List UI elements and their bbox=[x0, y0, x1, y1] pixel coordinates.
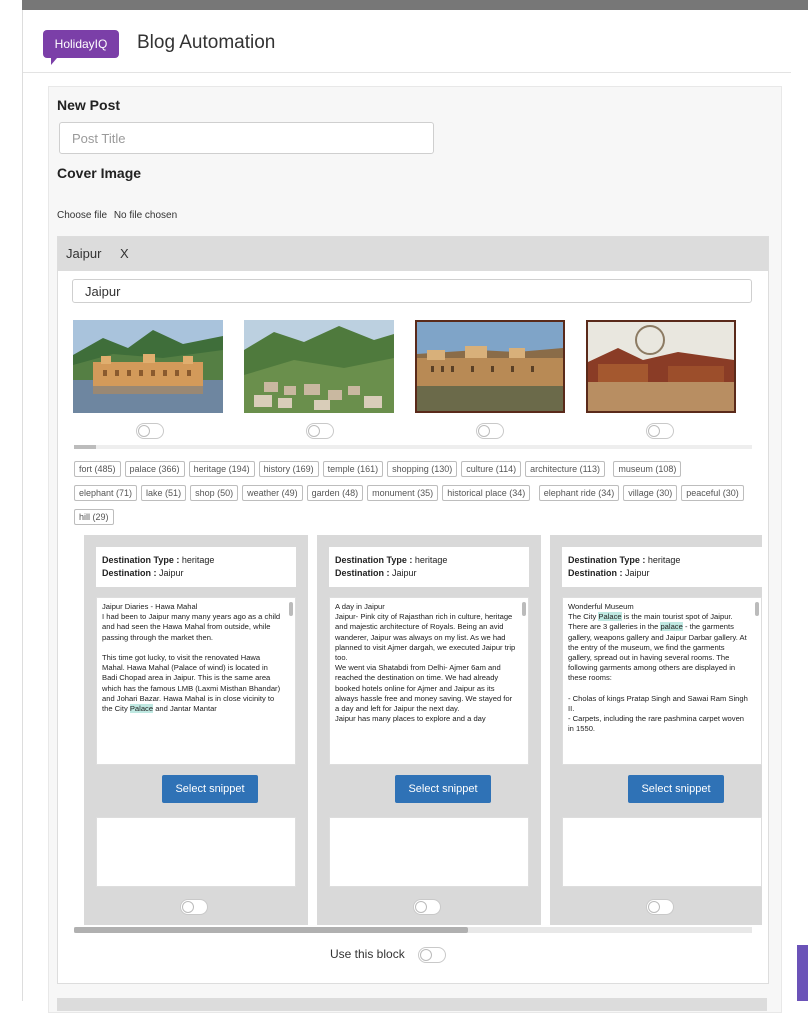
use-block-toggle[interactable] bbox=[418, 947, 447, 963]
scrollbar-thumb[interactable] bbox=[522, 602, 526, 616]
snippet-info: Destination Type : heritage Destination … bbox=[562, 547, 762, 587]
tag-chip[interactable]: palace (366) bbox=[124, 461, 185, 477]
navbar: HolidayIQ Blog Automation bbox=[23, 10, 791, 73]
snippet-toggle[interactable] bbox=[180, 899, 208, 915]
tag-chip[interactable]: weather (49) bbox=[242, 485, 303, 501]
tag-chip[interactable]: village (30) bbox=[623, 485, 678, 501]
tag-chip[interactable]: elephant ride (34) bbox=[538, 485, 620, 501]
tag-chip[interactable]: museum (108) bbox=[613, 461, 682, 477]
choose-file-button[interactable]: Choose file bbox=[57, 210, 107, 221]
window-top-bar bbox=[22, 0, 808, 10]
snippet-column: Destination Type : heritage Destination … bbox=[550, 535, 762, 925]
app-title: Blog Automation bbox=[137, 32, 276, 53]
image-select-toggle[interactable] bbox=[136, 423, 164, 439]
select-snippet-button[interactable]: Select snippet bbox=[628, 775, 724, 803]
type-value: heritage bbox=[414, 555, 448, 565]
amer-fort-image[interactable] bbox=[415, 320, 565, 413]
jal-mahal-image[interactable] bbox=[73, 320, 223, 413]
destination-block: Jaipur X Jaipur fort (485) palace (366) … bbox=[57, 236, 769, 984]
destination-search-input[interactable] bbox=[72, 279, 752, 303]
cover-image-label: Cover Image bbox=[57, 165, 142, 181]
snippet-text-part: and Jantar Mantar bbox=[153, 704, 217, 714]
snippet-notes-textarea[interactable] bbox=[329, 817, 529, 887]
tag-chip[interactable]: lake (51) bbox=[141, 485, 187, 501]
snippet-info: Destination Type : heritage Destination … bbox=[96, 547, 296, 587]
dest-label: Destination : bbox=[102, 568, 157, 578]
snippet-toggle[interactable] bbox=[413, 899, 441, 915]
snippet-toggle[interactable] bbox=[646, 899, 674, 915]
dest-value: Jaipur bbox=[625, 568, 650, 578]
snippet-carousel: Destination Type : heritage Destination … bbox=[70, 535, 762, 925]
tag-chip[interactable]: shopping (130) bbox=[387, 461, 458, 477]
holidayiq-logo[interactable]: HolidayIQ bbox=[43, 30, 119, 65]
keyword-highlight: palace bbox=[660, 622, 683, 632]
dest-value: Jaipur bbox=[392, 568, 417, 578]
destination-name: Jaipur bbox=[66, 246, 102, 261]
side-feedback-tab[interactable] bbox=[797, 945, 808, 1001]
remove-destination-button[interactable]: X bbox=[120, 237, 129, 271]
keyword-highlight: Palace bbox=[598, 612, 622, 622]
dest-label: Destination : bbox=[568, 568, 623, 578]
type-value: heritage bbox=[647, 555, 681, 565]
use-block-row: Use this block bbox=[330, 947, 447, 963]
scrollbar-thumb[interactable] bbox=[755, 602, 759, 616]
tag-chip[interactable]: architecture (113) bbox=[525, 461, 605, 477]
snippet-notes-textarea[interactable] bbox=[562, 817, 762, 887]
snippet-text[interactable]: Wonderful Museum The City Palace is the … bbox=[562, 597, 762, 765]
tag-chip[interactable]: elephant (71) bbox=[74, 485, 138, 501]
tag-chip[interactable]: shop (50) bbox=[190, 485, 239, 501]
type-label: Destination Type : bbox=[102, 555, 180, 565]
tag-chip[interactable]: heritage (194) bbox=[188, 461, 255, 477]
snippets-scrollbar[interactable] bbox=[74, 927, 752, 933]
next-block-header bbox=[57, 998, 767, 1011]
snippet-notes-textarea[interactable] bbox=[96, 817, 296, 887]
type-label: Destination Type : bbox=[568, 555, 646, 565]
tag-chip[interactable]: hill (29) bbox=[74, 509, 114, 525]
tag-chip[interactable]: garden (48) bbox=[306, 485, 364, 501]
tag-list: fort (485) palace (366) heritage (194) hist… bbox=[74, 459, 752, 531]
tag-chip[interactable]: temple (161) bbox=[322, 461, 384, 477]
snippet-text[interactable]: Jaipur Diaries - Hawa Mahal I had been t… bbox=[96, 597, 296, 765]
snippet-text-part: Jaipur Diaries - Hawa Mahal I had been t… bbox=[102, 602, 281, 714]
tag-chip[interactable]: peaceful (30) bbox=[681, 485, 744, 501]
app-frame: HolidayIQ Blog Automation New Post Cover… bbox=[22, 10, 791, 1013]
snippet-text[interactable]: A day in Jaipur Jaipur- Pink city of Raj… bbox=[329, 597, 529, 765]
select-snippet-button[interactable]: Select snippet bbox=[162, 775, 258, 803]
snippet-text-part: A day in Jaipur Jaipur- Pink city of Raj… bbox=[335, 602, 516, 724]
image-select-toggle[interactable] bbox=[306, 423, 334, 439]
snippet-info: Destination Type : heritage Destination … bbox=[329, 547, 529, 587]
tag-chip[interactable]: culture (114) bbox=[461, 461, 522, 477]
post-title-input[interactable] bbox=[59, 122, 434, 154]
image-select-toggle[interactable] bbox=[476, 423, 504, 439]
select-snippet-button[interactable]: Select snippet bbox=[395, 775, 491, 803]
dest-value: Jaipur bbox=[159, 568, 184, 578]
jaipur-hills-image[interactable] bbox=[244, 320, 394, 413]
snippet-column: Destination Type : heritage Destination … bbox=[317, 535, 541, 925]
tag-chip[interactable]: history (169) bbox=[258, 461, 319, 477]
new-post-label: New Post bbox=[57, 97, 121, 113]
use-block-label: Use this block bbox=[330, 947, 405, 962]
type-label: Destination Type : bbox=[335, 555, 413, 565]
tag-chip[interactable]: monument (35) bbox=[367, 485, 439, 501]
no-file-text: No file chosen bbox=[113, 210, 178, 221]
destination-header: Jaipur X bbox=[58, 237, 768, 271]
file-input[interactable]: Choose file No file chosen bbox=[57, 210, 177, 221]
tag-chip[interactable]: fort (485) bbox=[74, 461, 121, 477]
scrollbar-thumb[interactable] bbox=[289, 602, 293, 616]
snippet-text-part: - the garments gallery, weapons gallery … bbox=[568, 622, 748, 734]
keyword-highlight: Palace bbox=[129, 704, 154, 714]
tag-chip[interactable]: historical place (34) bbox=[442, 485, 531, 501]
image-select-toggle[interactable] bbox=[646, 423, 674, 439]
village-image[interactable] bbox=[586, 320, 736, 413]
images-scrollbar[interactable] bbox=[74, 445, 752, 449]
type-value: heritage bbox=[181, 555, 215, 565]
snippet-column: Destination Type : heritage Destination … bbox=[84, 535, 308, 925]
dest-label: Destination : bbox=[335, 568, 390, 578]
